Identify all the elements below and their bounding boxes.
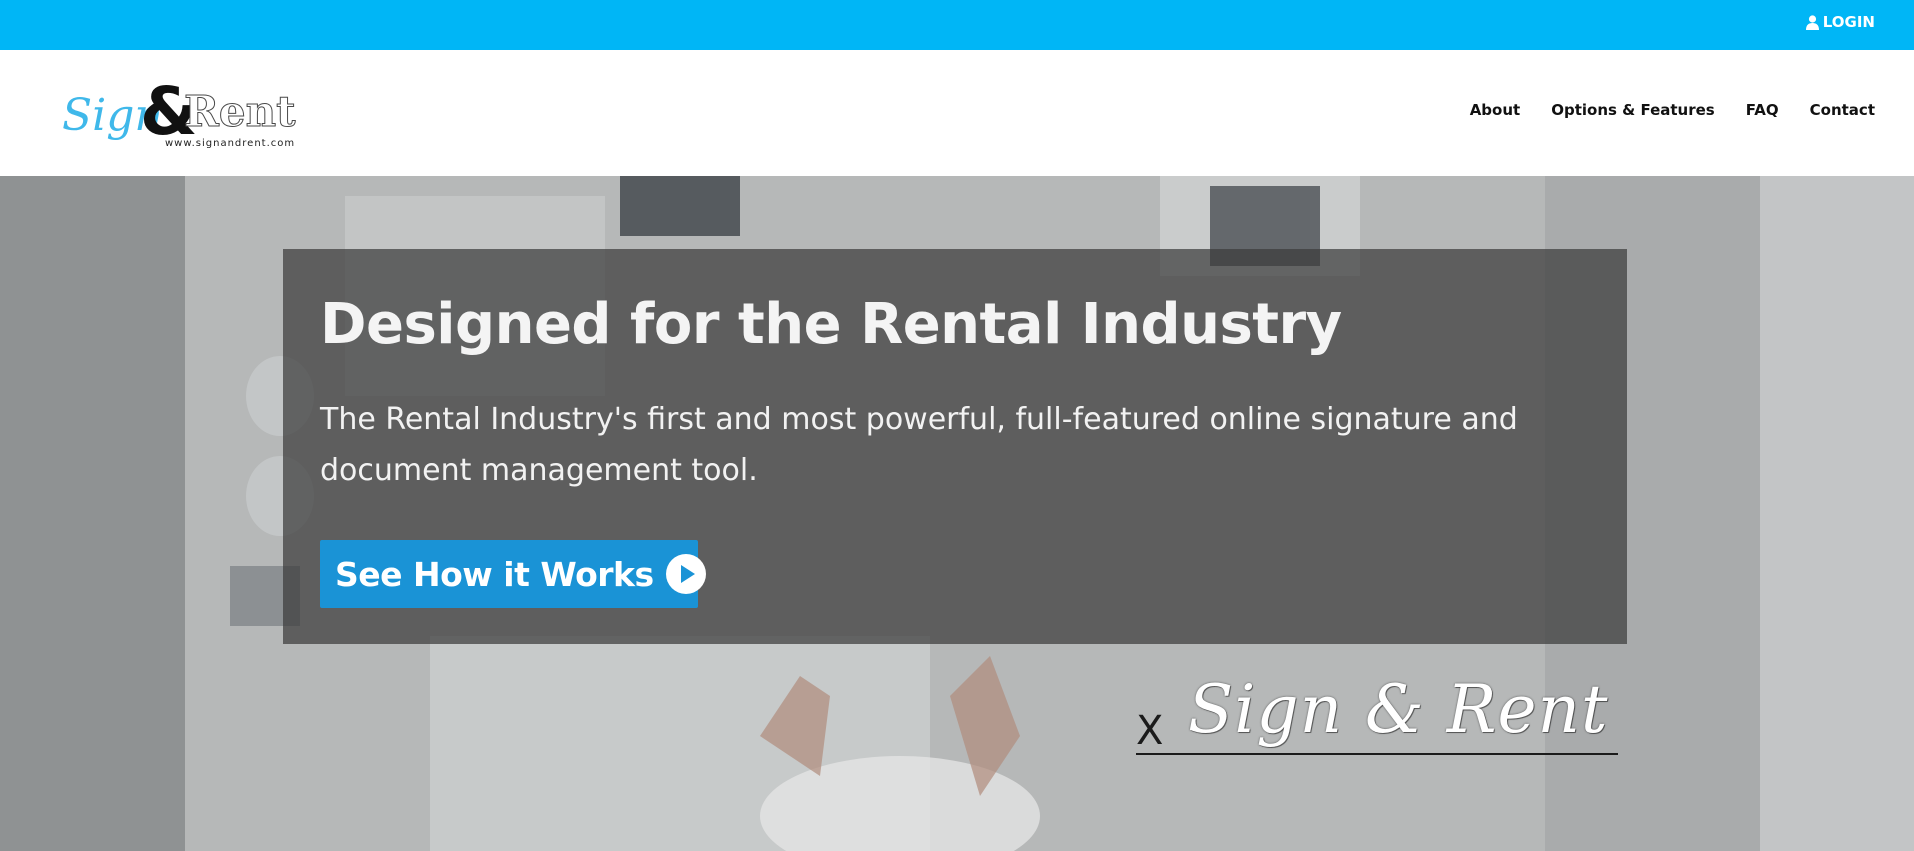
nav-item-about[interactable]: About: [1470, 101, 1521, 119]
hero-overlay-panel: Designed for the Rental Industry The Ren…: [283, 249, 1627, 644]
site-header: Sign & Rent www.signandrent.com About Op…: [0, 50, 1914, 176]
nav-item-contact[interactable]: Contact: [1810, 101, 1875, 119]
nav-item-options-features[interactable]: Options & Features: [1551, 101, 1715, 119]
logo-word-rent: Rent: [184, 87, 296, 136]
hero-subtitle: The Rental Industry's first and most pow…: [320, 402, 1518, 488]
hero-title: Designed for the Rental Industry: [320, 292, 1342, 357]
logo-url: www.signandrent.com: [165, 138, 295, 149]
see-how-it-works-button[interactable]: See How it Works: [320, 540, 706, 608]
top-utility-bar: LOGIN: [0, 0, 1914, 50]
nav-item-faq[interactable]: FAQ: [1746, 101, 1779, 119]
cta-label: See How it Works: [335, 554, 654, 594]
signature-graphic: X Sign & Rent: [1136, 671, 1618, 761]
login-link[interactable]: LOGIN: [1805, 13, 1875, 31]
signature-line: [1136, 753, 1618, 755]
hero-section: Designed for the Rental Industry The Ren…: [0, 176, 1914, 851]
play-circle-icon: [665, 554, 706, 594]
main-nav: About Options & Features FAQ Contact: [1439, 101, 1875, 119]
login-label: LOGIN: [1822, 13, 1875, 31]
signature-text: Sign & Rent: [1188, 671, 1609, 748]
signature-x-mark: X: [1136, 708, 1164, 754]
user-icon: [1805, 14, 1819, 30]
sign-and-rent-logo[interactable]: Sign & Rent www.signandrent.com: [62, 72, 302, 154]
